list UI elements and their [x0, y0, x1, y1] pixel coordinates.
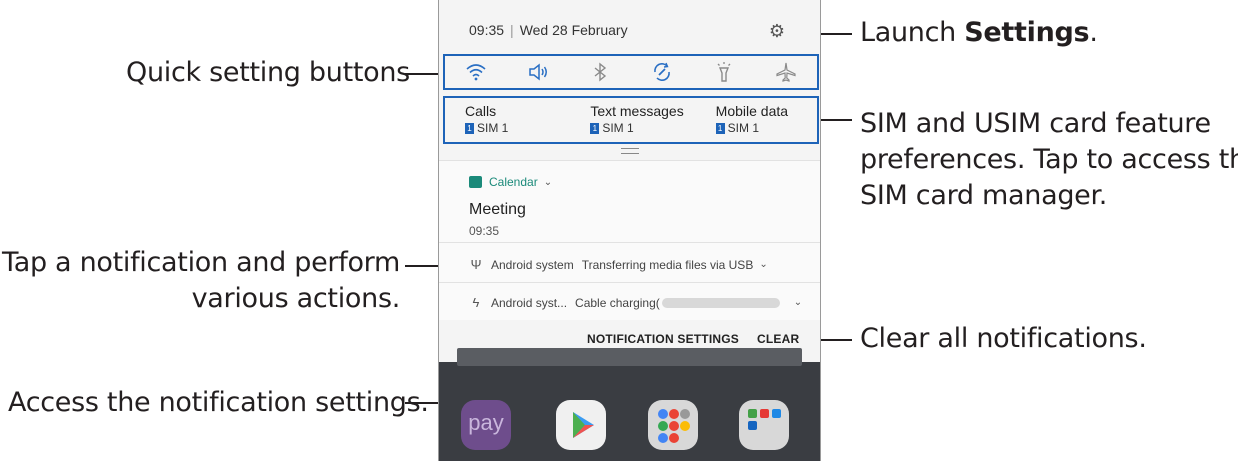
callout-launch-settings-bold: Settings: [964, 17, 1090, 48]
chevron-down-icon[interactable]: ⌄: [794, 297, 802, 308]
sim-badge-icon: 1: [465, 122, 474, 134]
sim-badge-icon: 1: [590, 122, 600, 134]
date: Wed 28 February: [519, 22, 628, 38]
sim-data-value: 1 SIM 1: [715, 121, 817, 135]
sim-messages[interactable]: Text messages 1 SIM 1: [566, 98, 691, 142]
callout-launch-settings: Launch Settings.: [860, 15, 1098, 51]
sim-calls-title: Calls: [465, 103, 497, 119]
flashlight-icon[interactable]: [709, 59, 739, 85]
calendar-icon: [469, 176, 482, 188]
callout-launch-settings-prefix: Launch: [860, 17, 965, 48]
sim-messages-title: Text messages: [590, 103, 684, 119]
chevron-down-icon[interactable]: ⌄: [544, 177, 552, 188]
callout-sim-line-1: SIM and USIM card feature: [860, 108, 1211, 139]
quick-settings-row: [443, 54, 819, 90]
home-widget: [457, 348, 802, 366]
phone-screen: 09:35 | Wed 28 February ⚙ Calls 1 SIM 1 …: [438, 0, 821, 461]
usb-notification-line: Ψ Android system Transferring media file…: [469, 257, 768, 272]
callout-tap-line-2: various actions.: [191, 283, 401, 314]
meeting-time: 09:35: [469, 224, 500, 238]
callout-sim-line-2: preferences. Tap to access the: [860, 144, 1238, 175]
blurred-text: [661, 297, 780, 308]
charging-app: Android syst...: [491, 295, 568, 310]
airplane-mode-icon[interactable]: [771, 59, 801, 85]
sim-calls[interactable]: Calls 1 SIM 1: [445, 98, 566, 142]
calendar-notification[interactable]: Calendar ⌄ Meeting 09:35: [439, 160, 820, 243]
usb-notification[interactable]: Ψ Android system Transferring media file…: [439, 242, 820, 283]
callout-quick-settings: Quick setting buttons: [126, 57, 410, 88]
clock: 09:35: [469, 22, 505, 38]
gear-icon[interactable]: ⚙: [768, 22, 786, 40]
status-bar: 09:35 | Wed 28 February: [469, 22, 628, 38]
usb-text: Transferring media files via USB: [581, 257, 754, 272]
sound-icon[interactable]: [523, 59, 553, 85]
notification-settings-button[interactable]: NOTIFICATION SETTINGS: [587, 332, 739, 346]
calendar-app-name: Calendar: [489, 175, 538, 189]
sim-badge-icon: 1: [715, 122, 725, 134]
callout-clear-all: Clear all notifications.: [860, 323, 1147, 354]
folder-icon[interactable]: [739, 400, 789, 450]
lightning-icon: ϟ: [472, 295, 480, 310]
charging-notification-line: ϟ Android syst... Cable charging( ⌄: [469, 295, 803, 310]
sim-data-title: Mobile data: [715, 103, 789, 119]
callout-launch-settings-suffix: .: [1089, 17, 1098, 48]
charging-notification[interactable]: ϟ Android syst... Cable charging( ⌄: [439, 282, 820, 321]
separator: |: [510, 22, 514, 38]
callout-sim-line-3: SIM card manager.: [860, 180, 1108, 211]
sim-data-label: SIM 1: [727, 121, 759, 135]
drag-handle-icon[interactable]: [621, 148, 639, 154]
sim-messages-label: SIM 1: [602, 121, 634, 135]
pay-app-icon[interactable]: pay: [461, 400, 511, 450]
usb-icon: Ψ: [470, 257, 482, 272]
usb-app: Android system: [491, 257, 574, 272]
google-folder-icon[interactable]: [648, 400, 698, 450]
play-store-icon[interactable]: [556, 400, 606, 450]
auto-rotate-icon[interactable]: [647, 59, 677, 85]
charging-text: Cable charging(: [575, 295, 660, 310]
callout-access-settings: Access the notification settings.: [8, 387, 429, 418]
sim-messages-value: 1 SIM 1: [590, 121, 691, 135]
sim-preferences-row: Calls 1 SIM 1 Text messages 1 SIM 1 Mobile…: [443, 96, 819, 144]
meeting-title: Meeting: [469, 201, 526, 218]
bluetooth-icon[interactable]: [585, 59, 615, 85]
notification-panel: 09:35 | Wed 28 February ⚙ Calls 1 SIM 1 …: [439, 0, 820, 362]
clear-button[interactable]: CLEAR: [757, 332, 799, 346]
wifi-icon[interactable]: [461, 59, 491, 85]
sim-calls-value: 1 SIM 1: [465, 121, 566, 135]
chevron-down-icon[interactable]: ⌄: [759, 259, 767, 270]
sim-calls-label: SIM 1: [477, 121, 509, 135]
calendar-header: Calendar ⌄: [469, 175, 552, 189]
sim-mobile-data[interactable]: Mobile data 1 SIM 1: [692, 98, 817, 142]
callout-tap-line-1: Tap a notification and perform: [1, 247, 400, 278]
